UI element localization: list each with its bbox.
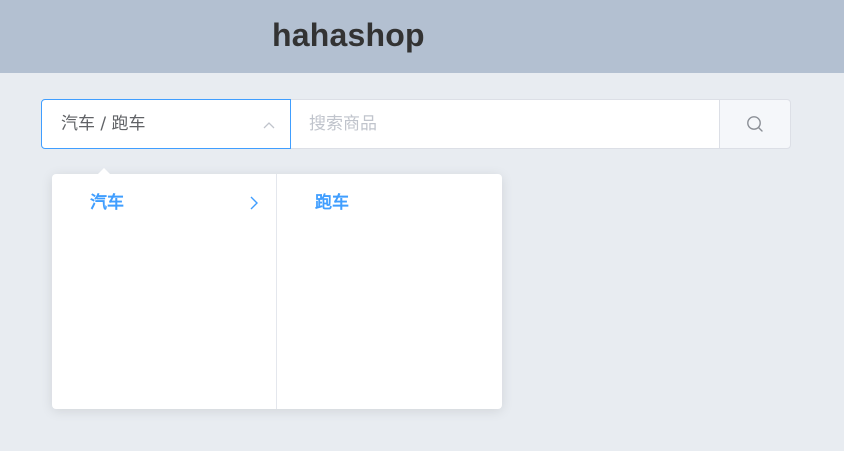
chevron-up-icon[interactable] [262,117,276,131]
search-icon [747,116,763,132]
cascader-option-label: 汽车 [90,193,124,213]
category-value: 汽车 / 跑车 [61,114,146,134]
search-field[interactable] [291,99,720,149]
cascader-option-sportscar[interactable]: 跑车 [277,186,502,220]
cascader-menu-level1: 汽车 [52,174,277,409]
search-button[interactable] [719,99,791,149]
site-title: hahashop [272,17,425,53]
chevron-right-icon [249,195,259,215]
cascader-option-label: 跑车 [315,193,349,213]
cascader-dropdown: 汽车 跑车 [52,168,502,409]
category-cascader[interactable]: 汽车 / 跑车 [41,99,291,149]
header-bar: hahashop [0,0,844,73]
search-input[interactable] [291,100,719,148]
cascader-option-car[interactable]: 汽车 [52,186,276,220]
cascader-menu-level2: 跑车 [277,174,502,409]
